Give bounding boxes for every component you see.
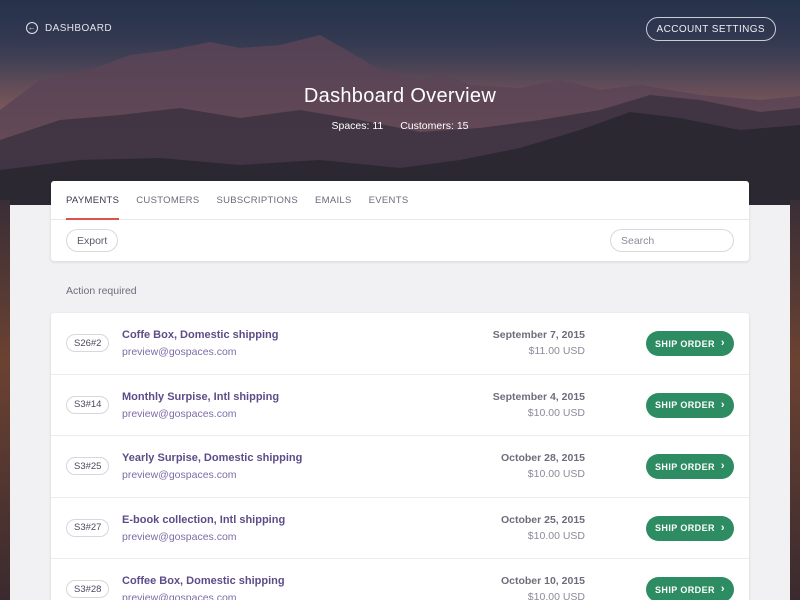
order-date: October 10, 2015	[500, 575, 585, 587]
tab-payments[interactable]: PAYMENTS	[66, 181, 120, 220]
ship-order-button[interactable]: SHIP ORDER ›	[646, 454, 734, 479]
tab-customers[interactable]: CUSTOMERS	[136, 181, 199, 219]
order-id-badge: S3#28	[66, 580, 110, 598]
order-row: S3#27 E-book collection, Intl shipping p…	[51, 498, 749, 559]
order-email: preview@gospaces.com	[122, 407, 237, 420]
stat-spaces: Spaces: 11	[331, 120, 384, 132]
order-row: S3#25 Yearly Surpise, Domestic shipping …	[51, 436, 749, 498]
orders-list: S26#2 Coffe Box, Domestic shipping previ…	[51, 313, 749, 600]
ship-order-label: SHIP ORDER	[655, 523, 715, 533]
ship-order-button[interactable]: SHIP ORDER ›	[646, 515, 734, 541]
circle-arrow-left-icon: ←	[26, 22, 38, 34]
ship-order-label: SHIP ORDER	[655, 584, 715, 595]
ship-order-button[interactable]: SHIP ORDER ›	[646, 577, 734, 600]
order-row: S26#2 Coffe Box, Domestic shipping previ…	[51, 313, 749, 375]
ship-order-label: SHIP ORDER	[655, 338, 715, 349]
order-date: September 4, 2015	[492, 390, 585, 403]
chevron-right-icon: ›	[720, 521, 725, 534]
stat-customers: Customers: 15	[400, 120, 469, 132]
ship-order-button[interactable]: SHIP ORDER ›	[646, 331, 734, 356]
tab-emails[interactable]: EMAILS	[315, 181, 352, 219]
order-email: preview@gospaces.com	[122, 346, 237, 358]
order-date: September 7, 2015	[492, 329, 585, 341]
tabs-card: PAYMENTS CUSTOMERS SUBSCRIPTIONS EMAILS …	[51, 181, 749, 261]
side-band-left	[0, 200, 10, 600]
dashboard-page: ← DASHBOARD ACCOUNT SETTINGS Dashboard O…	[0, 0, 800, 600]
order-title[interactable]: Coffee Box, Domestic shipping	[122, 575, 285, 587]
order-date: October 28, 2015	[500, 452, 585, 464]
order-amount: $10.00 USD	[527, 406, 585, 419]
tab-bar: PAYMENTS CUSTOMERS SUBSCRIPTIONS EMAILS …	[51, 181, 749, 220]
order-title[interactable]: E-book collection, Intl shipping	[122, 514, 285, 526]
order-email: preview@gospaces.com	[122, 530, 237, 543]
order-amount: $11.00 USD	[528, 345, 585, 357]
page-title: Dashboard Overview	[303, 85, 497, 107]
export-button[interactable]: Export	[66, 229, 119, 252]
section-label: Action required	[66, 285, 137, 297]
order-id-badge: S26#2	[66, 334, 110, 352]
search-input[interactable]	[610, 229, 734, 252]
side-band-right	[790, 200, 800, 600]
order-email: preview@gospaces.com	[122, 469, 237, 481]
chevron-right-icon: ›	[720, 460, 725, 472]
order-id-badge: S3#27	[66, 518, 110, 537]
tab-subscriptions[interactable]: SUBSCRIPTIONS	[216, 181, 298, 219]
back-to-dashboard-link[interactable]: ← DASHBOARD	[26, 22, 112, 34]
ship-order-label: SHIP ORDER	[655, 461, 715, 472]
order-row: S3#28 Coffee Box, Domestic shipping prev…	[51, 559, 749, 600]
account-settings-button[interactable]: ACCOUNT SETTINGS	[645, 17, 776, 41]
order-id-badge: S3#14	[66, 395, 110, 414]
order-row: S3#14 Monthly Surpise, Intl shipping pre…	[51, 375, 749, 436]
chevron-right-icon: ›	[720, 398, 725, 411]
ship-order-label: SHIP ORDER	[655, 400, 715, 410]
order-title[interactable]: Monthly Surpise, Intl shipping	[122, 391, 279, 403]
chevron-right-icon: ›	[720, 583, 725, 595]
toolbar: Export	[51, 220, 749, 261]
order-title[interactable]: Coffe Box, Domestic shipping	[122, 329, 278, 341]
order-email: preview@gospaces.com	[122, 592, 237, 600]
back-link-label: DASHBOARD	[45, 22, 112, 34]
order-date: October 25, 2015	[500, 513, 585, 526]
order-amount: $10.00 USD	[527, 468, 585, 480]
hero-stats: Spaces: 11 Customers: 15	[0, 120, 800, 132]
order-id-badge: S3#25	[66, 457, 110, 475]
order-amount: $10.00 USD	[527, 591, 585, 600]
ship-order-button[interactable]: SHIP ORDER ›	[646, 392, 734, 418]
order-title[interactable]: Yearly Surpise, Domestic shipping	[122, 452, 302, 464]
order-amount: $10.00 USD	[527, 529, 585, 542]
chevron-right-icon: ›	[720, 337, 725, 349]
tab-events[interactable]: EVENTS	[369, 181, 409, 219]
